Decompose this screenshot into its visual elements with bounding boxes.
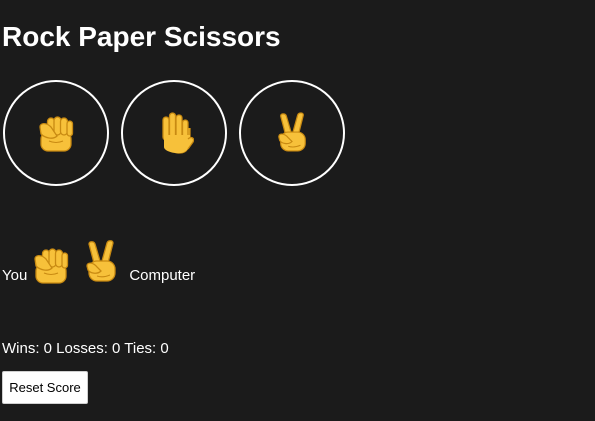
- page-title: Rock Paper Scissors: [2, 21, 281, 52]
- raised-hand-icon: [154, 111, 194, 155]
- computer-label: Computer: [129, 267, 196, 284]
- rock-button[interactable]: [3, 80, 109, 186]
- victory-hand-icon: [83, 239, 119, 285]
- round-result: You Computer: [2, 235, 195, 285]
- choice-buttons: [3, 80, 345, 186]
- you-label: You: [2, 267, 28, 284]
- reset-score-button[interactable]: Reset Score: [2, 371, 88, 404]
- paper-button[interactable]: [121, 80, 227, 186]
- raised-fist-icon: [33, 245, 69, 285]
- computer-choice: [83, 239, 119, 285]
- scissors-button[interactable]: [239, 80, 345, 186]
- victory-hand-icon: [275, 111, 309, 155]
- score-text: Wins: 0 Losses: 0 Ties: 0: [2, 340, 169, 357]
- rps-app: Rock Paper Scissors You Computer Wins: 0…: [0, 0, 595, 421]
- raised-fist-icon: [38, 113, 74, 153]
- player-choice: [33, 245, 69, 285]
